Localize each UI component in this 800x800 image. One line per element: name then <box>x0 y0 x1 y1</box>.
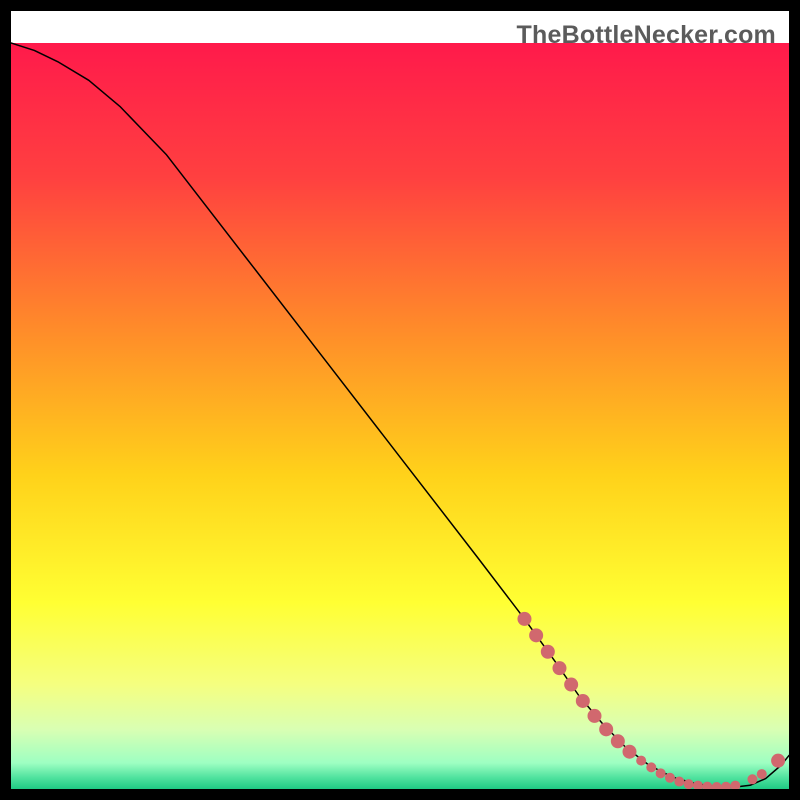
marker-point <box>646 762 656 772</box>
bottleneck-chart <box>11 11 789 789</box>
marker-point <box>665 773 675 783</box>
marker-point <box>517 612 531 626</box>
marker-point <box>576 694 590 708</box>
chart-area: TheBottleNecker.com <box>11 11 789 789</box>
marker-point <box>674 777 684 787</box>
marker-point <box>757 769 767 779</box>
marker-point <box>552 661 566 675</box>
marker-point <box>623 745 637 759</box>
marker-point <box>564 678 578 692</box>
marker-point <box>771 754 785 768</box>
marker-point <box>747 774 757 784</box>
marker-point <box>599 722 613 736</box>
marker-point <box>656 768 666 778</box>
marker-point <box>684 779 694 789</box>
gradient-background <box>11 43 789 789</box>
marker-point <box>529 628 543 642</box>
marker-point <box>541 645 555 659</box>
marker-point <box>588 709 602 723</box>
marker-point <box>636 756 646 766</box>
marker-point <box>611 734 625 748</box>
